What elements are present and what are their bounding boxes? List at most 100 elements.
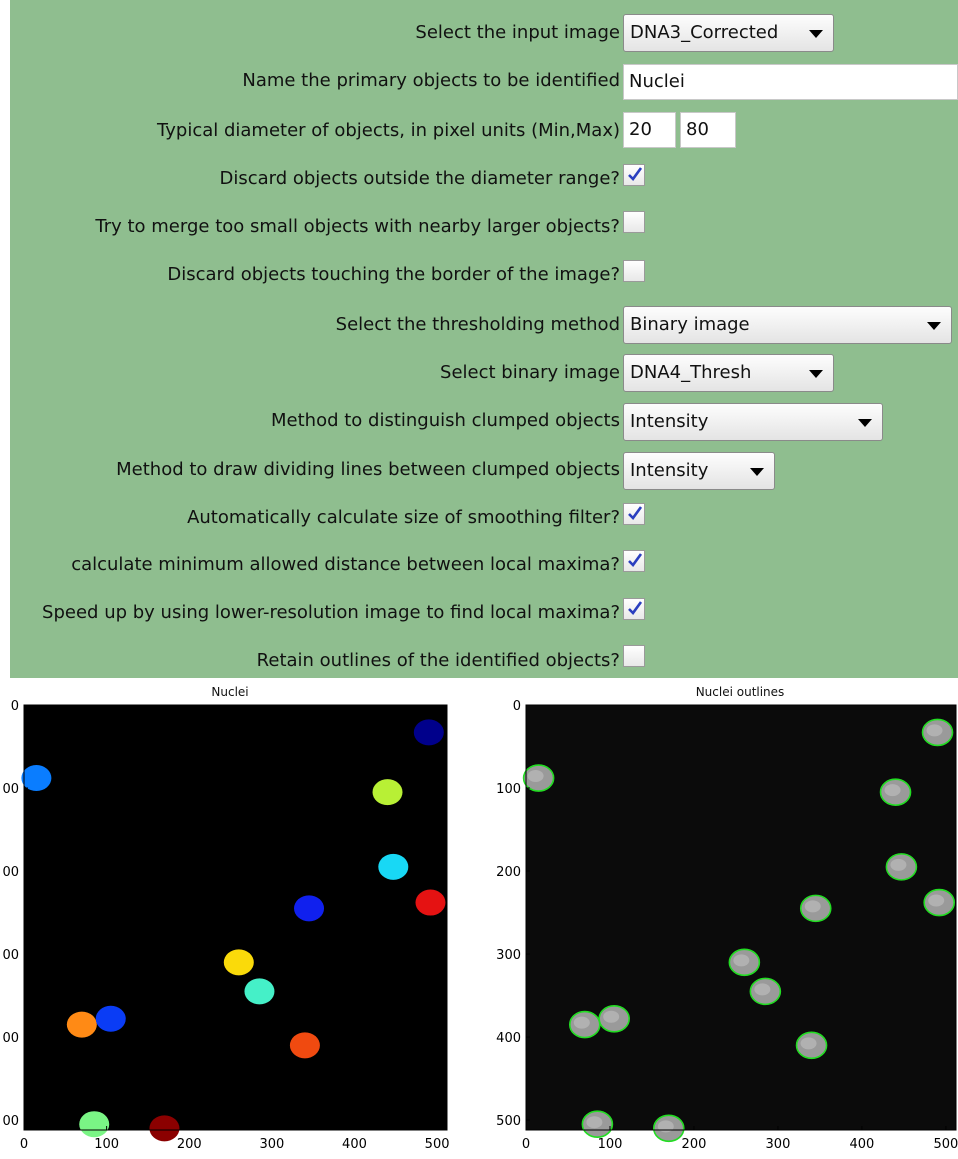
nuclei-plot-title: Nuclei [211, 685, 249, 699]
input-image-dropdown[interactable]: DNA3_Corrected [623, 14, 834, 52]
nucleus-7 [244, 978, 275, 1005]
discard-border-checkbox[interactable] [623, 260, 645, 282]
dividing-lines-dropdown[interactable]: Intensity [623, 452, 775, 490]
chevron-down-icon [809, 370, 823, 378]
x-tick-label: 200 [177, 1137, 202, 1152]
nucleus-4 [294, 895, 325, 922]
nucleus-3 [378, 853, 409, 880]
nucleus-texture-8 [573, 1016, 590, 1029]
plot-background [526, 705, 956, 1130]
dividing-lines-value: Intensity [630, 460, 709, 481]
nucleus-texture-2 [884, 784, 901, 797]
nucleus-texture-5 [928, 894, 945, 907]
x-tick-label: 500 [934, 1137, 958, 1152]
threshold-method-label: Select the thresholding method [335, 314, 620, 335]
dividing-lines-label: Method to draw dividing lines between cl… [116, 459, 620, 480]
diameter-label: Typical diameter of objects, in pixel un… [157, 120, 620, 141]
y-tick-label: 00 [2, 948, 19, 963]
nuclei-figure: Nuclei 0 100 200 300 400 500 0 00 00 00 00 00 [0, 678, 456, 1155]
x-tick-label: 400 [850, 1137, 875, 1152]
distinguish-method-label: Method to distinguish clumped objects [271, 410, 620, 431]
diameter-min-input[interactable]: 20 [623, 112, 676, 148]
x-tick-label: 100 [598, 1137, 623, 1152]
nucleus-9 [95, 1005, 126, 1032]
min-distance-label: calculate minimum allowed distance betwe… [71, 554, 620, 575]
retain-outlines-label: Retain outlines of the identified object… [256, 650, 620, 671]
min-distance-checkbox[interactable] [623, 550, 645, 572]
binary-image-dropdown[interactable]: DNA4_Thresh [623, 354, 834, 392]
nucleus-texture-6 [733, 954, 750, 967]
y-tick-label: 00 [2, 865, 19, 880]
chevron-down-icon [750, 468, 764, 476]
nuclei-outlines-plot-title: Nuclei outlines [695, 685, 785, 699]
merge-small-checkbox[interactable] [623, 211, 645, 233]
chevron-down-icon [858, 419, 872, 427]
nuclei-outlines-figure: Nuclei outlines 0 100 200 300 400 500 0 100 200 3… [486, 678, 958, 1155]
nucleus-11 [79, 1111, 110, 1138]
primary-objects-input[interactable]: Nuclei [623, 64, 958, 100]
checkmark-icon [628, 506, 643, 520]
x-tick-label: 0 [20, 1137, 28, 1152]
y-tick-label: 00 [2, 1114, 19, 1129]
nucleus-texture-4 [804, 900, 821, 913]
x-tick-label: 300 [259, 1137, 284, 1152]
merge-small-label: Try to merge too small objects with near… [95, 216, 620, 237]
x-tick-label: 300 [766, 1137, 791, 1152]
distinguish-method-value: Intensity [630, 411, 709, 432]
y-tick-label: 00 [2, 1031, 19, 1046]
nucleus-10 [289, 1032, 320, 1059]
speed-up-label: Speed up by using lower-resolution image… [42, 602, 620, 623]
chevron-down-icon [809, 30, 823, 38]
nuclei-outlines-plot[interactable]: 0 100 200 300 400 5000100200300400500 [486, 678, 958, 1155]
y-tick-label: 400 [496, 1031, 521, 1046]
chevron-down-icon [927, 322, 941, 330]
nucleus-texture-9 [603, 1010, 620, 1023]
y-tick-label: 200 [496, 865, 521, 880]
checkmark-icon [628, 553, 643, 567]
nucleus-12 [149, 1115, 180, 1142]
nucleus-5 [415, 889, 446, 916]
y-tick-label: 0 [11, 699, 19, 714]
diameter-max-input[interactable]: 80 [680, 112, 736, 148]
plot-background [24, 705, 447, 1130]
nucleus-texture-10 [800, 1037, 817, 1050]
x-tick-label: 400 [342, 1137, 367, 1152]
nucleus-texture-11 [586, 1116, 603, 1129]
input-image-label: Select the input image [415, 22, 620, 43]
y-tick-label: 500 [496, 1114, 521, 1129]
auto-smoothing-label: Automatically calculate size of smoothin… [187, 507, 620, 528]
y-tick-label: 0 [513, 699, 521, 714]
nucleus-texture-1 [926, 724, 943, 737]
nucleus-texture-0 [527, 770, 544, 783]
nucleus-2 [372, 779, 403, 806]
plot-area: 0 100 200 300 400 5000100200300400500 [496, 699, 958, 1152]
nucleus-texture-7 [754, 983, 771, 996]
nucleus-texture-12 [657, 1120, 674, 1133]
plot-area: 0 100 200 300 400 50000000000000 [2, 699, 449, 1152]
nuclei-plot[interactable]: 0 100 200 300 400 50000000000000 [0, 678, 456, 1155]
input-image-value: DNA3_Corrected [630, 22, 779, 43]
discard-outside-label: Discard objects outside the diameter ran… [219, 168, 620, 189]
threshold-method-dropdown[interactable]: Binary image [623, 306, 952, 344]
checkmark-icon [628, 601, 643, 615]
settings-panel: Select the input image DNA3_Corrected Na… [10, 0, 958, 678]
nucleus-6 [223, 949, 254, 976]
speed-up-checkbox[interactable] [623, 598, 645, 620]
retain-outlines-checkbox[interactable] [623, 645, 645, 667]
discard-outside-checkbox[interactable] [623, 164, 645, 186]
nucleus-8 [66, 1011, 97, 1038]
y-tick-label: 00 [2, 782, 19, 797]
x-tick-label: 500 [425, 1137, 450, 1152]
discard-border-label: Discard objects touching the border of t… [167, 264, 620, 285]
nucleus-texture-3 [890, 858, 907, 871]
x-tick-label: 200 [682, 1137, 707, 1152]
distinguish-method-dropdown[interactable]: Intensity [623, 403, 883, 441]
y-tick-label: 300 [496, 948, 521, 963]
threshold-method-value: Binary image [630, 314, 750, 335]
auto-smoothing-checkbox[interactable] [623, 503, 645, 525]
nucleus-0 [21, 765, 52, 792]
y-tick-label: 100 [496, 782, 521, 797]
checkmark-icon [628, 167, 643, 181]
binary-image-label: Select binary image [440, 362, 620, 383]
x-tick-label: 100 [94, 1137, 119, 1152]
